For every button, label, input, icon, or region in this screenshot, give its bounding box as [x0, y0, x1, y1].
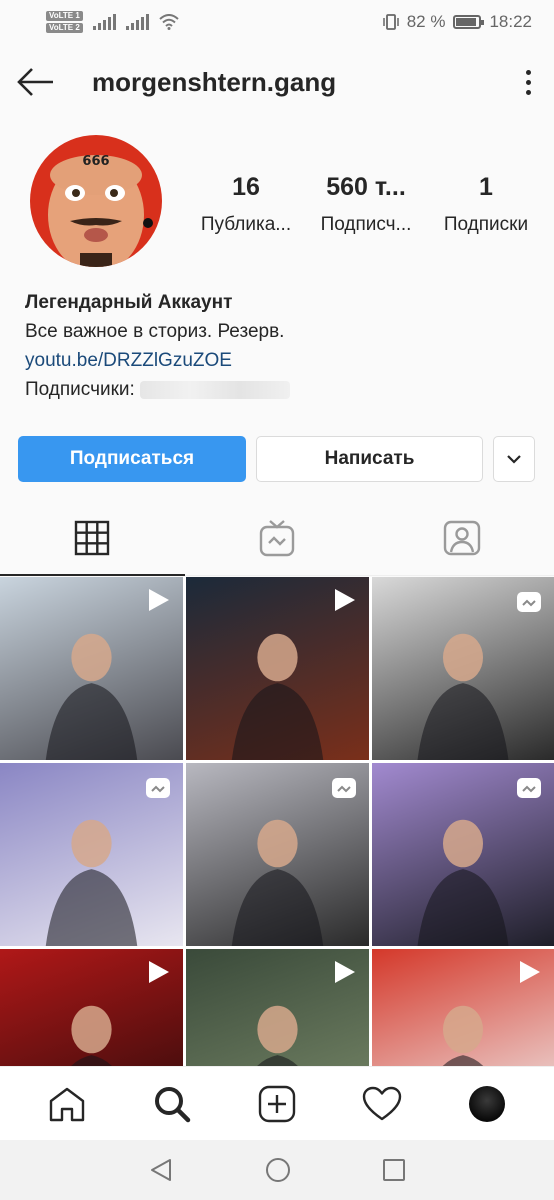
volte-indicators: VoLTE 1 VoLTE 2: [46, 11, 83, 33]
stat-followers[interactable]: 560 т... Подписч...: [306, 173, 426, 236]
follow-button[interactable]: Подписаться: [18, 436, 246, 482]
signal-icon: [92, 14, 116, 30]
home-icon: [49, 1087, 84, 1121]
clock: 18:22: [489, 12, 532, 31]
post-thumbnail[interactable]: [0, 763, 183, 946]
grid-icon: [75, 520, 110, 555]
tagged-user-icon: [443, 520, 480, 555]
signal-2-icon: [125, 14, 149, 30]
avatar-image: 666: [30, 135, 162, 267]
status-left: VoLTE 1 VoLTE 2: [46, 11, 179, 33]
bottom-navigation: [0, 1066, 554, 1140]
post-thumbnail[interactable]: [186, 949, 369, 1066]
nav-search[interactable]: [137, 1074, 207, 1134]
profile-avatar[interactable]: 666: [30, 135, 162, 267]
profile-header: morgenshtern.gang: [0, 44, 554, 120]
more-vertical-icon: [525, 69, 531, 75]
home-circle-icon[interactable]: [264, 1156, 292, 1184]
video-play-icon: [520, 961, 540, 983]
igtv-badge-icon: [146, 778, 170, 798]
username-title: morgenshtern.gang: [92, 66, 337, 97]
profile-tabs: [0, 500, 554, 576]
post-thumbnail[interactable]: [186, 577, 369, 760]
tab-igtv[interactable]: [185, 500, 370, 575]
posts-label: Публика...: [200, 214, 292, 235]
volte-2-badge: VoLTE 2: [46, 23, 83, 33]
post-thumbnail[interactable]: [372, 577, 554, 760]
tab-tagged[interactable]: [369, 500, 554, 575]
post-thumbnail[interactable]: [0, 949, 183, 1066]
search-icon: [154, 1086, 191, 1122]
heart-icon: [362, 1086, 402, 1120]
followed-by-label: Подписчики:: [25, 379, 135, 400]
nav-activity[interactable]: [347, 1074, 417, 1134]
profile-avatar-icon: [469, 1085, 506, 1122]
followers-label: Подписч...: [320, 214, 412, 235]
bio-text: Все важное в сториз. Резерв.: [25, 321, 285, 342]
following-label: Подписки: [443, 214, 529, 235]
profile-stats: 16 Публика... 560 т... Подписч... 1 Подп…: [186, 173, 546, 236]
status-bar: VoLTE 1 VoLTE 2 82 % 18:22: [0, 0, 554, 44]
video-play-icon: [149, 961, 169, 983]
volte-1-badge: VoLTE 1: [46, 11, 83, 21]
video-play-icon: [335, 589, 355, 611]
bio-link[interactable]: youtu.be/DRZZlGzuZOE: [25, 346, 525, 375]
video-play-icon: [149, 589, 169, 611]
igtv-badge-icon: [517, 592, 541, 612]
status-right: 82 % 18:22: [382, 12, 532, 32]
post-thumbnail[interactable]: [372, 763, 554, 946]
followed-by-redacted: [140, 380, 291, 399]
vibrate-icon: [382, 14, 399, 30]
nav-home[interactable]: [32, 1074, 102, 1134]
back-button[interactable]: [0, 44, 72, 120]
tab-grid[interactable]: [0, 500, 185, 576]
chevron-down-icon: [507, 455, 521, 464]
followers-count: 560 т...: [326, 173, 406, 201]
stat-posts[interactable]: 16 Публика...: [186, 173, 306, 236]
system-navigation-bar: [0, 1140, 554, 1200]
igtv-icon: [259, 519, 295, 556]
post-thumbnail[interactable]: [186, 763, 369, 946]
message-button[interactable]: Написать: [256, 436, 483, 482]
posts-count: 16: [232, 173, 260, 201]
igtv-badge-icon: [332, 778, 356, 798]
video-play-icon: [335, 961, 355, 983]
wifi-icon: [159, 14, 179, 30]
followed-by-row[interactable]: Подписчики:: [25, 375, 525, 404]
post-thumbnail[interactable]: [0, 577, 183, 760]
following-count: 1: [479, 173, 493, 201]
nav-new-post[interactable]: [242, 1074, 312, 1134]
more-options-button[interactable]: [516, 64, 540, 100]
post-thumbnail[interactable]: [372, 949, 554, 1066]
suggested-dropdown-button[interactable]: [493, 436, 535, 482]
battery-percent: 82 %: [406, 12, 446, 31]
avatar-tattoo: 666: [82, 154, 109, 169]
battery-icon: [453, 15, 485, 29]
profile-display-name: Легендарный Аккаунт: [25, 292, 233, 313]
recents-square-icon[interactable]: [382, 1158, 406, 1182]
posts-grid: [0, 577, 554, 1066]
stat-following[interactable]: 1 Подписки: [426, 173, 546, 236]
arrow-left-icon: [17, 68, 53, 96]
profile-bio: Легендарный Аккаунт Все важное в сториз.…: [25, 288, 525, 404]
back-triangle-icon[interactable]: [148, 1157, 174, 1183]
igtv-badge-icon: [517, 778, 541, 798]
nav-profile[interactable]: [452, 1074, 522, 1134]
add-post-icon: [258, 1085, 296, 1122]
